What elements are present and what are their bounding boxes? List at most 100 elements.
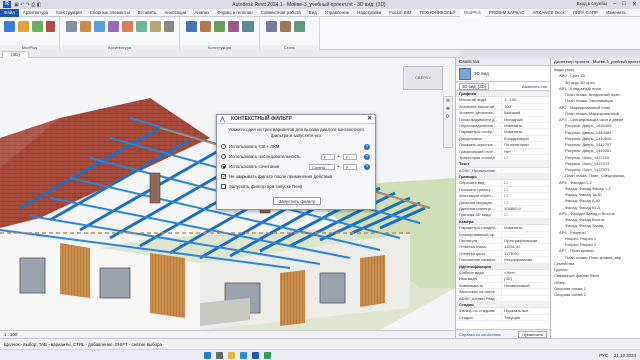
ribbon-tab[interactable]: Надстройки — [353, 9, 385, 17]
radio-sequence[interactable] — [221, 154, 226, 159]
tab-3d-view[interactable]: {3D} — [2, 51, 29, 58]
ribbon-tab[interactable]: Изменить — [602, 9, 630, 17]
combination-key-1-select[interactable]: Control — [309, 163, 335, 170]
close-icon[interactable]: ✕ — [367, 115, 372, 124]
property-value[interactable]: Изменить... — [501, 225, 550, 231]
ribbon-tab[interactable]: ЛИРА-САПР — [569, 9, 602, 17]
property-value[interactable]: 304800.0 — [501, 206, 550, 212]
property-value[interactable] — [501, 231, 550, 237]
language-indicator[interactable]: РУС — [599, 353, 608, 358]
property-value[interactable] — [501, 167, 550, 174]
app-icon[interactable] — [264, 351, 271, 359]
revit-taskbar-icon[interactable] — [252, 351, 259, 359]
help-icon[interactable]: ? — [364, 143, 370, 150]
maximize-icon[interactable]: □ — [622, 1, 626, 8]
option-keep-open[interactable]: ✓ Не закрывать фильтр после применения д… — [221, 173, 332, 180]
help-icon[interactable]: ? — [364, 153, 370, 160]
browser-item[interactable]: Опорная схема 2 — [551, 292, 640, 298]
pan-icon[interactable]: ✥ — [444, 105, 452, 113]
folder-icon[interactable] — [228, 351, 235, 359]
property-value[interactable]: Координация — [501, 135, 550, 142]
foundation-icon[interactable] — [228, 21, 239, 32]
run-filter-button[interactable]: Запустить фильтр — [273, 197, 321, 205]
property-value[interactable]: Текущая — [501, 314, 550, 321]
ribbon-tab[interactable]: ТЕХНОНИКОЛЬ® — [415, 9, 459, 17]
account-label[interactable]: Вход в службы — [577, 1, 607, 8]
property-value[interactable] — [501, 295, 550, 301]
option-ctrl-click[interactable]: Использовать Ctrl + ЛКМ — [221, 143, 279, 150]
room-icon[interactable] — [108, 21, 119, 32]
option-combination[interactable]: Использовать сочетание — [221, 163, 279, 170]
settings-icon[interactable] — [18, 21, 29, 32]
property-value[interactable]: Нет — [501, 148, 550, 154]
property-row[interactable]: Стадия Текущая — [456, 314, 550, 322]
radio-combination[interactable] — [221, 164, 226, 169]
ribbon-tab[interactable]: Архитектура — [19, 9, 52, 17]
wall-icon[interactable] — [66, 21, 77, 32]
ribbon-tab[interactable]: Вставить — [134, 9, 161, 17]
ribbon-tab[interactable]: Вид — [305, 9, 321, 17]
ribbon-tab[interactable]: ModPlus — [459, 8, 485, 17]
help-icon[interactable] — [46, 21, 55, 32]
property-value[interactable]: Независимый — [501, 282, 550, 289]
property-value[interactable]: Изменить... — [501, 129, 550, 135]
properties-help-link[interactable]: Справка по свойствам — [459, 332, 501, 337]
property-value[interactable]: ☐ — [501, 212, 550, 218]
door-icon[interactable] — [80, 21, 91, 32]
property-value[interactable]: Регулирование — [501, 257, 550, 263]
ribbon-tab[interactable]: Управление — [321, 9, 353, 17]
beam-icon[interactable] — [186, 21, 197, 32]
steel-weld-icon[interactable] — [294, 21, 305, 32]
option-sequence[interactable]: Использовать последовательность — [221, 153, 301, 160]
sequence-key-2-select[interactable]: F — [343, 153, 357, 160]
column-icon[interactable] — [164, 21, 174, 32]
property-value[interactable]: 100 — [501, 103, 550, 110]
property-value[interactable]: Ортографическая — [501, 237, 550, 244]
property-value[interactable]: 1278,00 — [501, 250, 550, 257]
truss-icon[interactable] — [200, 21, 211, 32]
clock[interactable]: 21.12.2024 — [614, 353, 636, 358]
checkbox-run-on-start[interactable] — [221, 184, 226, 189]
orbit-icon[interactable]: ⟳ — [444, 113, 452, 121]
ribbon-tab[interactable]: Fusion BIM — [385, 9, 415, 17]
property-value[interactable]: ☐ — [501, 186, 550, 193]
close-icon[interactable]: ✕ — [632, 1, 637, 8]
property-value[interactable]: Высокий — [501, 110, 550, 116]
option-run-on-start[interactable]: Запускать фильтр при запуске Revit — [221, 183, 302, 190]
property-value[interactable]: 11281,52 — [501, 244, 550, 250]
modplus-icon[interactable] — [4, 21, 15, 32]
view-type-name[interactable]: 3D вид — [474, 71, 489, 76]
revit-logo[interactable]: R — [3, 1, 11, 8]
sequence-key-1-select[interactable]: F — [321, 153, 335, 160]
ribbon-tab[interactable]: Сборные элементы — [86, 9, 134, 17]
navigation-bar[interactable]: ⊕ ✥ ⟳ — [443, 96, 453, 148]
stair-icon[interactable] — [136, 21, 147, 32]
floor-icon[interactable] — [150, 21, 161, 32]
file-menu[interactable]: Файл — [0, 8, 19, 17]
ribbon-tab[interactable]: Аннотации — [160, 9, 190, 17]
help-icon[interactable]: ? — [364, 163, 370, 170]
property-value[interactable]: ☐ — [501, 193, 550, 199]
combination-key-2-select[interactable]: F — [343, 163, 357, 170]
brace-icon[interactable] — [214, 21, 225, 32]
window-icon[interactable] — [94, 21, 105, 32]
ribbon-tab[interactable]: Формы и генплан — [213, 9, 256, 17]
roof-icon[interactable] — [122, 21, 133, 32]
property-value[interactable]: По категории — [501, 142, 550, 148]
property-value[interactable]: ☐ — [501, 180, 550, 186]
ribbon-tab[interactable]: Анализ — [190, 9, 213, 17]
steel-plate-icon[interactable] — [266, 21, 277, 32]
steel-bolt-icon[interactable] — [280, 21, 291, 32]
view-scale[interactable]: 1 : 100 — [4, 332, 17, 337]
zoom-icon[interactable]: ⊕ — [444, 97, 452, 105]
edit-type-button[interactable]: Изменить тип — [522, 84, 547, 89]
viewcube[interactable]: СВЕРХУ — [403, 66, 443, 90]
rebar-icon[interactable] — [242, 21, 254, 32]
property-value[interactable]: ☐ — [501, 154, 550, 161]
property-value[interactable]: Показать все — [501, 308, 550, 314]
property-value[interactable] — [501, 289, 550, 295]
ribbon-tab[interactable]: ARKANCE Dock — [528, 9, 568, 17]
property-value[interactable]: Исходный — [501, 116, 550, 122]
view-instance-select[interactable]: 3D вид: {3D} — [459, 82, 490, 90]
checkbox-keep-open[interactable]: ✓ — [221, 174, 226, 180]
